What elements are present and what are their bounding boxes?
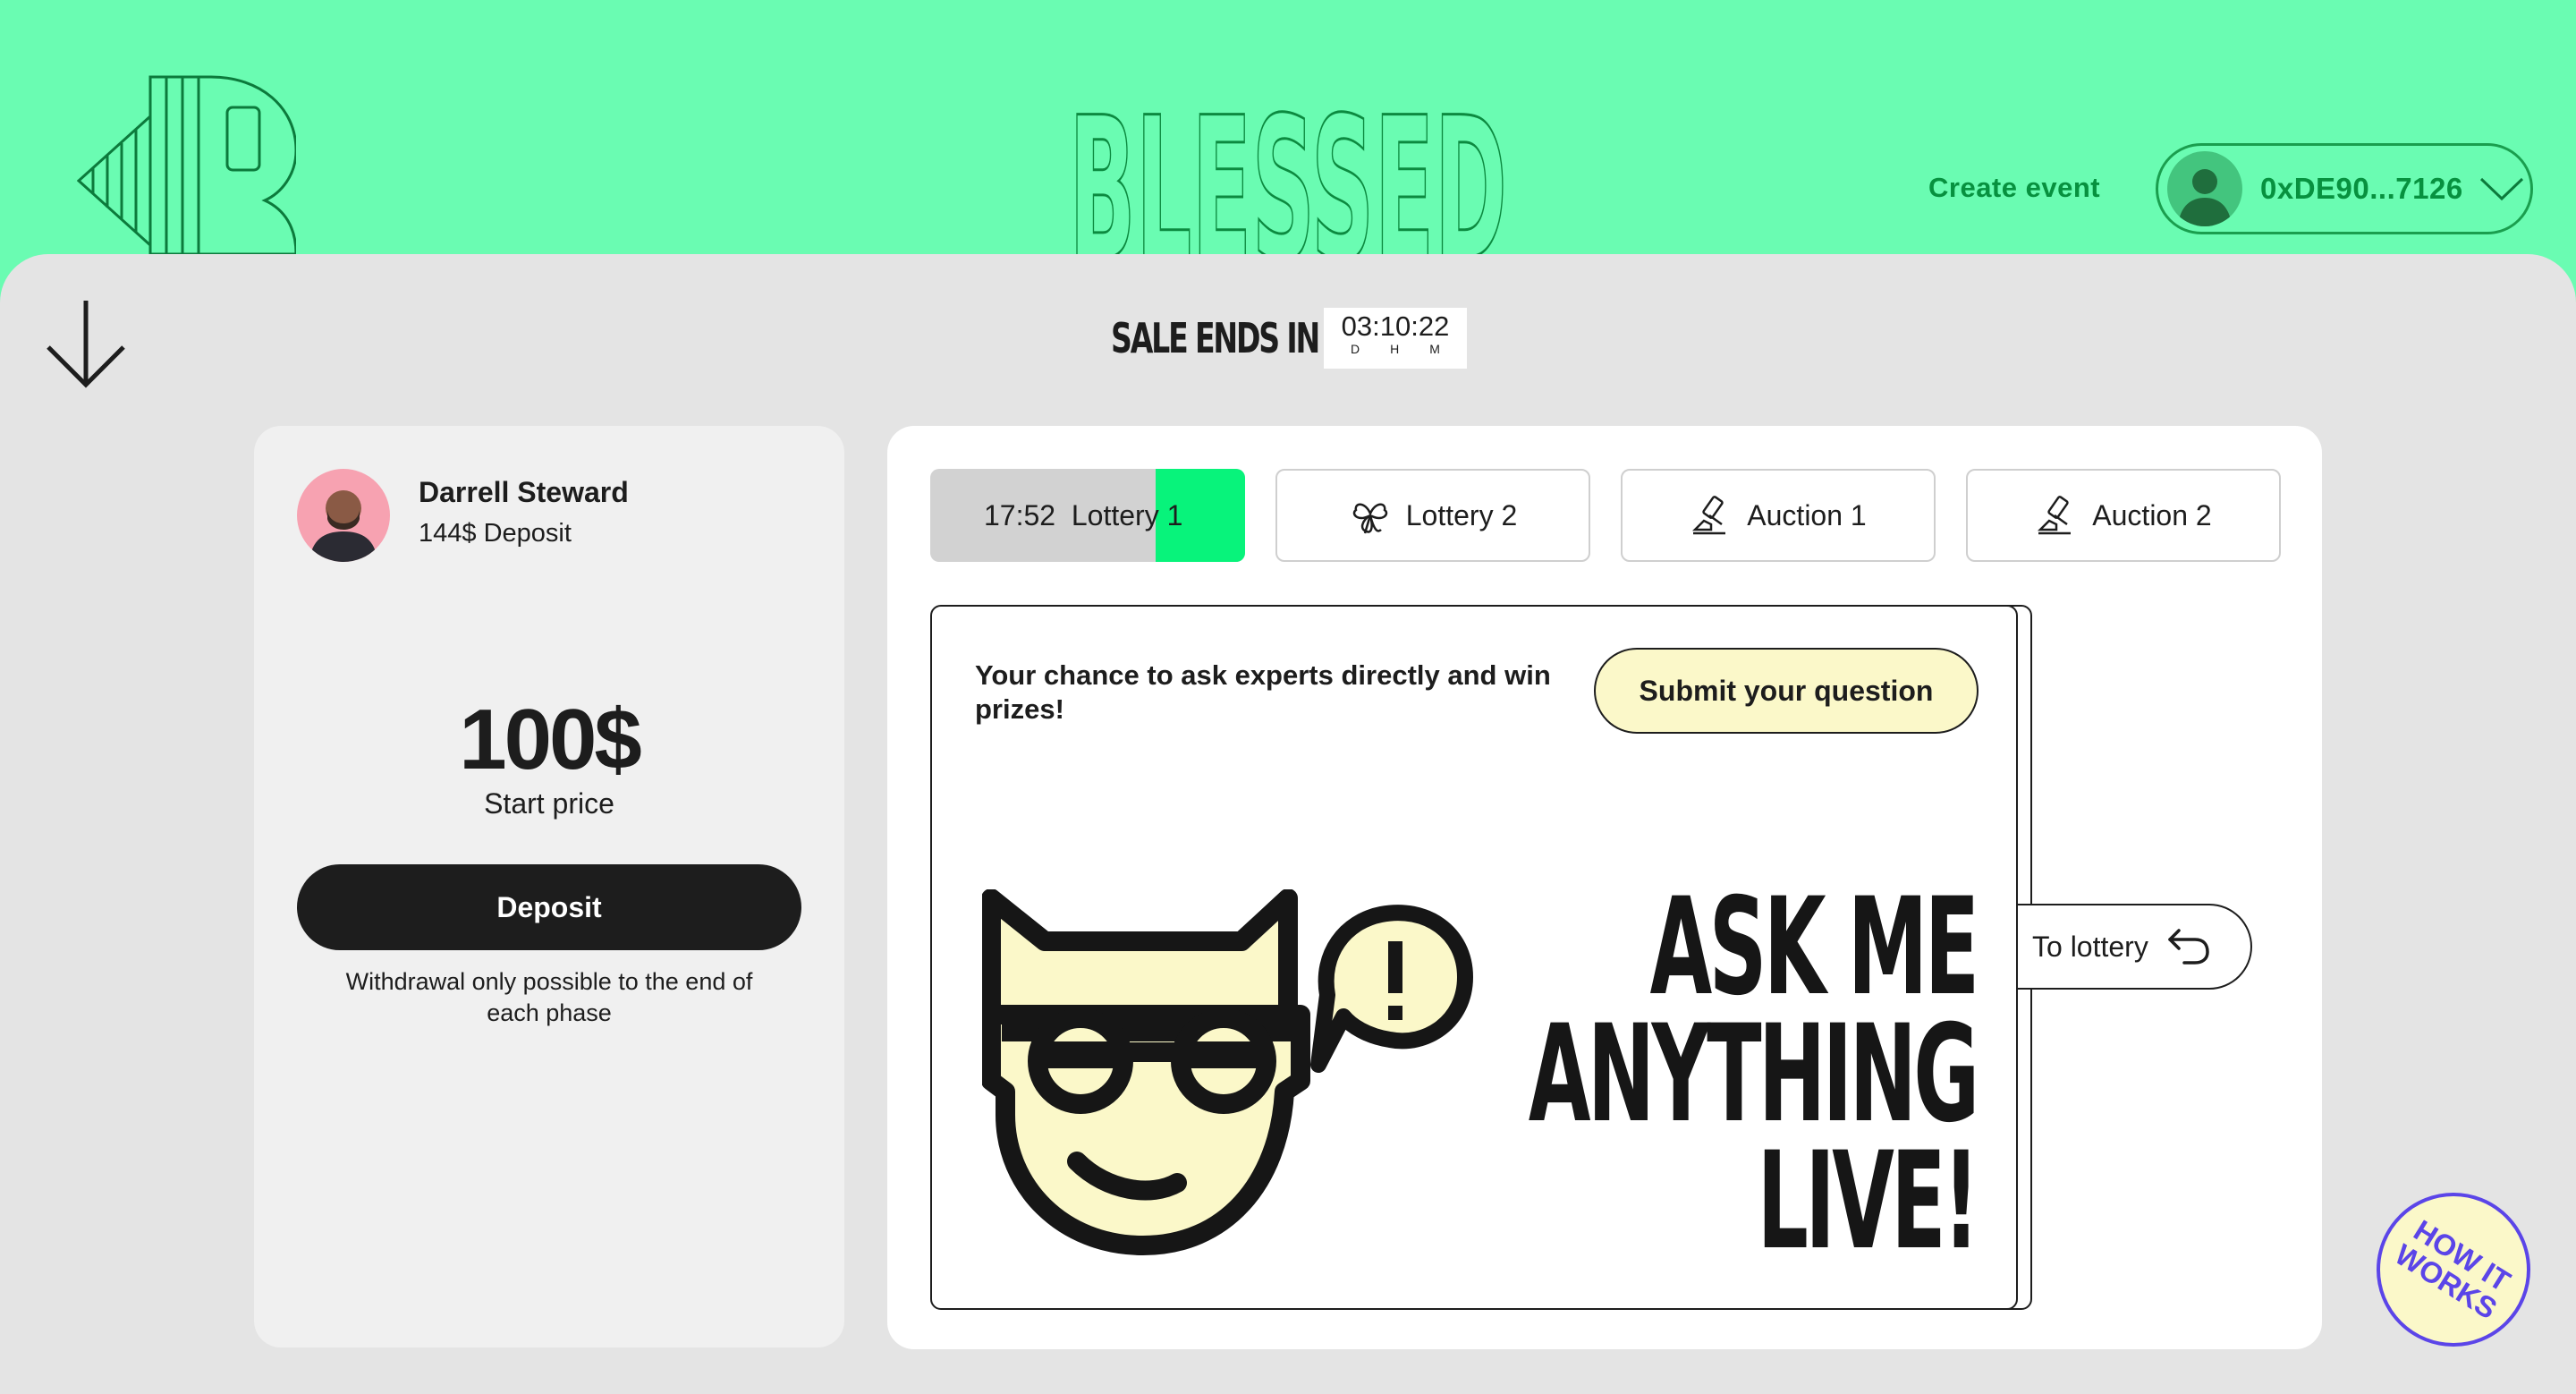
deposit-button[interactable]: Deposit xyxy=(297,864,801,950)
tab-auction-2[interactable]: Auction 2 xyxy=(1966,469,2281,562)
return-arrow-icon xyxy=(2168,929,2209,965)
avatar xyxy=(297,469,390,562)
wallet-button[interactable]: 0xDE90...7126 xyxy=(2156,143,2533,234)
tab-label: 17:52 Lottery 1 xyxy=(984,498,1183,531)
start-price-label: Start price xyxy=(484,787,614,820)
how-it-works-badge[interactable]: HOW IT WORKS xyxy=(2376,1192,2531,1347)
tab-label: Auction 2 xyxy=(2092,498,2212,531)
user-deposit: 144$ Deposit xyxy=(419,519,572,548)
unit-days: D xyxy=(1351,342,1360,356)
promo-card: Your chance to ask experts directly and … xyxy=(930,605,2018,1310)
gavel-icon xyxy=(2038,496,2072,535)
sale-label: SALE ENDS IN xyxy=(1111,314,1320,362)
promo-text: Your chance to ask experts directly and … xyxy=(975,659,1551,725)
submit-question-button[interactable]: Submit your question xyxy=(1594,648,1979,734)
withdraw-note: Withdrawal only possible to the end of e… xyxy=(345,968,753,1026)
content-sheet: SALE ENDS IN 03:10:22 D H M Darrell Stew… xyxy=(0,254,2576,1394)
headline-line-3: LIVE! xyxy=(1757,1124,1980,1279)
start-price: 100$ xyxy=(459,692,642,787)
tab-lottery-1[interactable]: 17:52 Lottery 1 xyxy=(930,469,1245,562)
tab-auction-1[interactable]: Auction 1 xyxy=(1621,469,1936,562)
brand-wordmark: BLESSED xyxy=(1068,109,1509,261)
tab-label: Lottery 2 xyxy=(1405,498,1518,531)
wallet-avatar xyxy=(2167,151,2242,226)
headline-line-2: ANYTHING xyxy=(1529,997,1979,1152)
gavel-icon xyxy=(1692,496,1726,535)
headline-line-1: ASK ME xyxy=(1650,870,1980,1025)
arrow-down-icon[interactable] xyxy=(43,297,129,390)
sale-countdown: SALE ENDS IN 03:10:22 D H M xyxy=(1111,308,1467,369)
user-name: Darrell Steward xyxy=(419,476,629,508)
tab-label: Auction 1 xyxy=(1747,498,1867,531)
promo-headline: ASK ME ANYTHING LIVE! xyxy=(1230,870,1980,1279)
tab-lottery-2[interactable]: Lottery 2 xyxy=(1275,469,1590,562)
wallet-address: 0xDE90...7126 xyxy=(2260,172,2463,205)
to-lottery-button[interactable]: To lottery xyxy=(2018,904,2252,990)
blessed-logo-icon[interactable] xyxy=(77,75,296,254)
chevron-down-icon xyxy=(2479,177,2523,201)
create-event-link[interactable]: Create event xyxy=(1928,172,2100,204)
svg-text:BLESSED: BLESSED xyxy=(1069,109,1507,261)
countdown-value: 03:10:22 xyxy=(1341,310,1450,342)
event-card: 17:52 Lottery 1 Lottery 2 Auction 1 Auct… xyxy=(887,426,2322,1349)
countdown-timer: 03:10:22 D H M xyxy=(1324,308,1467,369)
deposit-card: Darrell Steward 144$ Deposit 100$ Start … xyxy=(254,426,844,1347)
unit-minutes: M xyxy=(1429,342,1440,356)
unit-hours: H xyxy=(1390,342,1400,356)
to-lottery-label: To lottery xyxy=(2032,930,2148,963)
clover-icon xyxy=(1352,503,1387,534)
